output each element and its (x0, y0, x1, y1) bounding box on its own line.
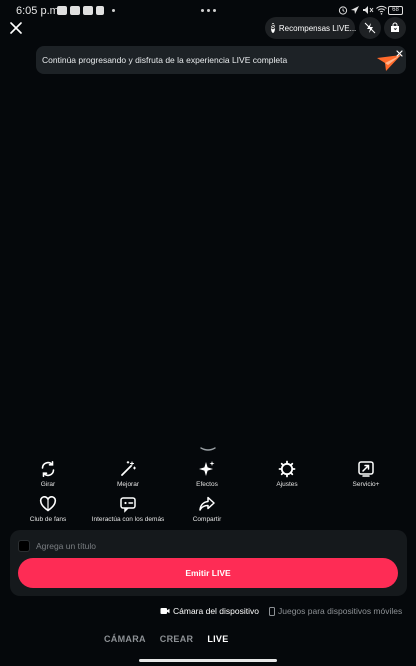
tool-label: Girar (40, 481, 56, 488)
tool-service-plus[interactable]: Servicio+ (326, 460, 406, 492)
share-arrow-icon (199, 496, 215, 511)
source-label: Cámara del dispositivo (173, 606, 259, 616)
tab-live[interactable]: LIVE (207, 634, 228, 646)
mute-icon (363, 6, 374, 14)
notification-app-icon (57, 6, 67, 15)
tool-label: Efectos (196, 481, 218, 488)
tool-label: Mejorar (116, 481, 140, 488)
camera-dot-icon (201, 9, 204, 12)
status-time: 6:05 p.m. (16, 5, 62, 17)
tool-effects[interactable]: Efectos (167, 460, 247, 492)
status-bar: 6:05 p.m. 68 (0, 0, 416, 22)
store-button[interactable] (384, 17, 406, 39)
rotate-icon (41, 461, 55, 477)
mode-tabs: CÁMARA CREAR LIVE (104, 634, 229, 646)
tool-rotate[interactable]: Girar (8, 460, 88, 492)
tool-label: Ajustes (276, 481, 298, 488)
tool-settings[interactable]: Ajustes (247, 460, 327, 492)
tool-interact[interactable]: Interactúa con los demás (88, 495, 168, 527)
tab-camera[interactable]: CÁMARA (104, 634, 146, 646)
chat-game-icon (120, 497, 136, 513)
source-device-camera[interactable]: Cámara del dispositivo (160, 606, 259, 616)
shop-icon (391, 22, 399, 32)
sparkle-icon (199, 461, 215, 476)
drawer-handle-icon[interactable] (198, 446, 218, 454)
location-icon (351, 6, 359, 14)
title-row (18, 539, 398, 553)
live-rewards-label: Recompensas LIVE... (278, 23, 357, 33)
tool-label: Compartir (192, 516, 222, 523)
banner-close-button[interactable] (393, 47, 405, 59)
heart-icon (39, 496, 57, 512)
flash-off-button[interactable] (359, 17, 381, 39)
alarm-icon (338, 6, 348, 15)
title-input[interactable] (36, 541, 336, 551)
camera-dot-icon (213, 9, 216, 12)
video-camera-icon (160, 608, 170, 614)
source-mobile-games[interactable]: Juegos para dispositivos móviles (268, 606, 403, 616)
battery-indicator: 68 (388, 6, 403, 15)
close-button[interactable] (6, 18, 26, 38)
live-experience-banner[interactable]: Continúa progresando y disfruta de la ex… (36, 46, 406, 74)
flash-off-icon (364, 22, 376, 34)
wifi-icon (376, 5, 387, 15)
magic-wand-icon (121, 460, 137, 476)
camera-dot-icon (207, 9, 210, 12)
notification-app-icon-2 (83, 6, 93, 15)
tool-label: Servicio+ (352, 481, 380, 488)
go-live-button[interactable]: Emitir LIVE (18, 558, 398, 588)
tool-fan-club[interactable]: Club de fans (8, 495, 88, 527)
share-screen-icon (358, 461, 374, 477)
source-selector: Cámara del dispositivo Juegos para dispo… (160, 605, 402, 617)
phone-icon (268, 606, 275, 616)
tool-label: Club de fans (29, 516, 67, 523)
gear-icon (278, 460, 296, 478)
tool-enhance[interactable]: Mejorar (88, 460, 168, 492)
close-icon (395, 49, 403, 57)
coin-icon: $ (271, 23, 275, 33)
close-icon (10, 22, 22, 34)
youtube-icon (70, 6, 80, 15)
tiktok-icon (96, 6, 104, 15)
tool-label: Interactúa con los demás (91, 516, 165, 523)
cover-thumbnail[interactable] (18, 540, 30, 552)
more-notifications-dot (112, 9, 115, 12)
live-rewards-button[interactable]: $ Recompensas LIVE... (265, 17, 357, 39)
tool-share[interactable]: Compartir (167, 495, 247, 527)
go-live-panel: Emitir LIVE (10, 530, 407, 596)
banner-text: Continúa progresando y disfruta de la ex… (42, 55, 288, 65)
source-label: Juegos para dispositivos móviles (277, 606, 403, 616)
tab-create[interactable]: CREAR (160, 634, 194, 646)
home-indicator[interactable] (139, 659, 277, 662)
